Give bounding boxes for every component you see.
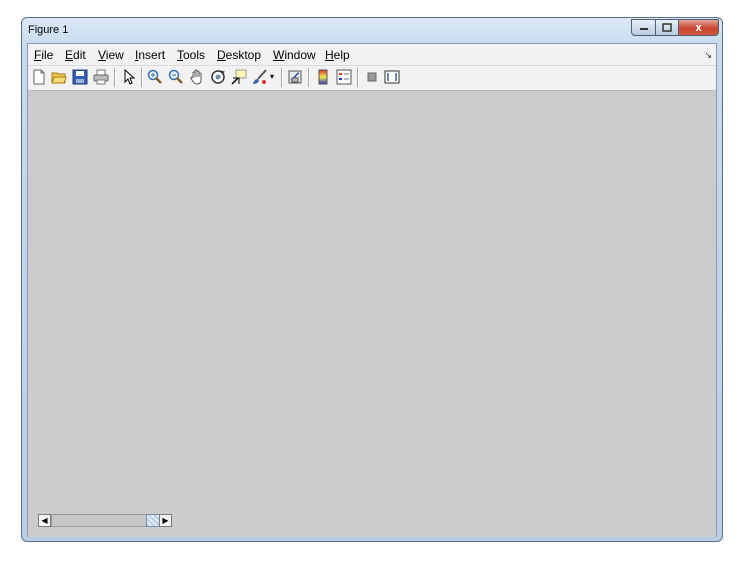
figure-window: Figure 1 x File Edit View Insert Tools D… [21, 17, 723, 542]
menu-desktop[interactable]: Desktop [217, 48, 261, 62]
insert-legend-icon[interactable] [336, 69, 352, 85]
brush-icon[interactable] [252, 69, 268, 85]
pan-icon[interactable] [189, 69, 205, 85]
menu-help[interactable]: Help [325, 48, 350, 62]
minimize-button[interactable] [631, 19, 656, 36]
save-figure-icon[interactable] [72, 69, 88, 85]
toolbar-separator [308, 68, 310, 87]
menu-view[interactable]: View [98, 48, 124, 62]
scroll-thumb[interactable] [146, 514, 160, 527]
show-plot-tools-icon[interactable] [384, 69, 400, 85]
link-plot-icon[interactable] [287, 69, 303, 85]
menu-insert[interactable]: Insert [135, 48, 165, 62]
figure-canvas[interactable]: ◀ ▶ [28, 91, 716, 537]
maximize-button[interactable] [655, 19, 679, 36]
data-cursor-icon[interactable] [231, 69, 247, 85]
close-icon: x [695, 21, 702, 34]
scroll-right-icon[interactable]: ▶ [159, 514, 172, 527]
toolbar-separator [357, 68, 359, 87]
figure-toolbar: ▾ [28, 66, 716, 91]
insert-colorbar-icon[interactable] [315, 69, 331, 85]
brush-dropdown-icon[interactable]: ▾ [270, 72, 274, 81]
close-button[interactable]: x [678, 19, 719, 36]
toolbar-separator [141, 68, 143, 87]
new-figure-icon[interactable] [31, 69, 47, 85]
print-figure-icon[interactable] [93, 69, 109, 85]
figure-client-area: File Edit View Insert Tools Desktop Wind… [27, 43, 717, 537]
menu-edit[interactable]: Edit [65, 48, 86, 62]
toolbar-separator [114, 68, 116, 87]
toolbar-separator [281, 68, 283, 87]
title-bar[interactable]: Figure 1 x [22, 18, 722, 43]
open-file-icon[interactable] [51, 69, 67, 85]
hide-plot-tools-icon[interactable] [364, 69, 380, 85]
window-title: Figure 1 [28, 24, 69, 36]
edit-plot-icon[interactable] [121, 69, 137, 85]
rotate-3d-icon[interactable] [210, 69, 226, 85]
menu-tools[interactable]: Tools [177, 48, 205, 62]
maximize-icon [662, 23, 672, 32]
horizontal-scrollbar[interactable]: ◀ ▶ [38, 514, 172, 527]
menu-window[interactable]: Window [273, 48, 316, 62]
menu-file[interactable]: File [34, 48, 53, 62]
menu-bar: File Edit View Insert Tools Desktop Wind… [28, 44, 716, 66]
zoom-in-icon[interactable] [147, 69, 163, 85]
dock-figure-icon[interactable]: ↘ [704, 50, 712, 61]
zoom-out-icon[interactable] [168, 69, 184, 85]
scroll-track[interactable] [51, 514, 147, 527]
minimize-icon [639, 27, 648, 30]
scroll-left-icon[interactable]: ◀ [38, 514, 51, 527]
